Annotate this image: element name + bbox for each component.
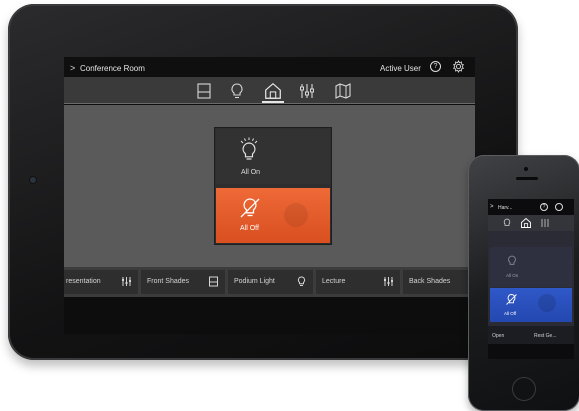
tablet-footer bbox=[64, 297, 475, 334]
room-title[interactable]: Conference Room bbox=[80, 64, 145, 73]
scene-button-lecture[interactable]: Lecture bbox=[316, 270, 400, 294]
all-off-button[interactable]: All Off bbox=[216, 188, 330, 243]
tablet-device: > Conference Room Active User ? All On A… bbox=[8, 4, 518, 360]
tablet-camera bbox=[30, 177, 36, 183]
home-icon[interactable] bbox=[520, 217, 532, 229]
help-icon[interactable]: ? bbox=[430, 61, 441, 72]
sliders-icon bbox=[122, 277, 131, 286]
lightbulb-off-icon bbox=[240, 198, 260, 218]
phone-camera bbox=[524, 167, 528, 171]
phone-scene-bar: Open Rest Ge... bbox=[488, 326, 574, 344]
back-chevron-icon[interactable]: > bbox=[70, 63, 75, 73]
sliders-icon[interactable] bbox=[298, 82, 316, 100]
lighting-scene-panel: All On All Off bbox=[214, 127, 332, 245]
all-on-button[interactable]: All On bbox=[216, 129, 330, 184]
all-on-label: All On bbox=[241, 169, 261, 176]
all-on-button[interactable]: All On bbox=[490, 247, 572, 287]
scene-button-front-shades[interactable]: Front Shades bbox=[141, 270, 225, 294]
room-title[interactable]: Harv... bbox=[498, 205, 512, 211]
sliders-icon[interactable] bbox=[540, 218, 550, 228]
tablet-scene-area: All On All Off bbox=[64, 105, 475, 267]
press-indicator bbox=[284, 203, 308, 227]
all-off-label: All Off bbox=[504, 311, 517, 316]
scene-label: Podium Light bbox=[234, 278, 275, 285]
all-off-button[interactable]: All Off bbox=[490, 288, 572, 322]
scene-button-rest[interactable]: Rest Ge... bbox=[532, 330, 572, 342]
lightbulb-icon[interactable] bbox=[228, 82, 246, 100]
scene-button-open[interactable]: Open bbox=[490, 330, 528, 342]
scene-button-presentation[interactable]: resentation bbox=[64, 270, 138, 294]
sliders-icon bbox=[384, 277, 393, 286]
scene-button-back-shades[interactable]: Back Shades bbox=[403, 270, 475, 294]
scene-label: Back Shades bbox=[409, 278, 451, 285]
shade-icon bbox=[209, 276, 218, 287]
lightbulb-icon bbox=[297, 276, 306, 286]
phone-screen: > Harv... ? All On All Off Open Rest Ge.… bbox=[488, 199, 574, 359]
phone-speaker bbox=[516, 177, 538, 180]
scene-label: Front Shades bbox=[147, 278, 190, 285]
lightbulb-on-icon bbox=[240, 137, 258, 160]
lightbulb-off-icon bbox=[506, 294, 517, 305]
phone-device: > Harv... ? All On All Off Open Rest Ge.… bbox=[468, 155, 579, 411]
all-off-label: All Off bbox=[240, 225, 259, 232]
active-user-label[interactable]: Active User bbox=[380, 64, 421, 73]
scene-button-podium-light[interactable]: Podium Light bbox=[228, 270, 313, 294]
marketing-stage: > Conference Room Active User ? All On A… bbox=[0, 0, 579, 411]
lightbulb-on-icon bbox=[508, 255, 516, 265]
lightbulb-icon[interactable] bbox=[502, 218, 512, 228]
help-icon[interactable]: ? bbox=[540, 203, 548, 211]
scene-label: Lecture bbox=[322, 278, 346, 285]
all-on-label: All On bbox=[506, 273, 519, 278]
tablet-tab-bar bbox=[64, 77, 475, 104]
press-indicator bbox=[538, 294, 556, 312]
phone-home-button bbox=[512, 377, 536, 401]
tablet-header: > Conference Room Active User ? bbox=[64, 57, 475, 77]
gear-icon[interactable] bbox=[452, 60, 465, 73]
scene-label: Rest Ge... bbox=[534, 333, 557, 339]
gear-icon[interactable] bbox=[555, 203, 563, 211]
scene-label: resentation bbox=[66, 278, 101, 285]
shade-icon[interactable] bbox=[195, 82, 213, 100]
phone-scene-area: All On All Off bbox=[488, 231, 574, 326]
home-icon[interactable] bbox=[262, 81, 284, 103]
back-chevron-icon[interactable]: > bbox=[490, 204, 494, 210]
phone-header: > Harv... ? bbox=[488, 199, 574, 215]
tablet-screen: > Conference Room Active User ? All On A… bbox=[64, 57, 475, 334]
map-icon[interactable] bbox=[334, 82, 352, 100]
tablet-scene-bar: resentation Front Shades Podium Light Le… bbox=[64, 267, 475, 297]
phone-tab-bar bbox=[488, 215, 574, 231]
scene-label: Open bbox=[492, 333, 505, 339]
